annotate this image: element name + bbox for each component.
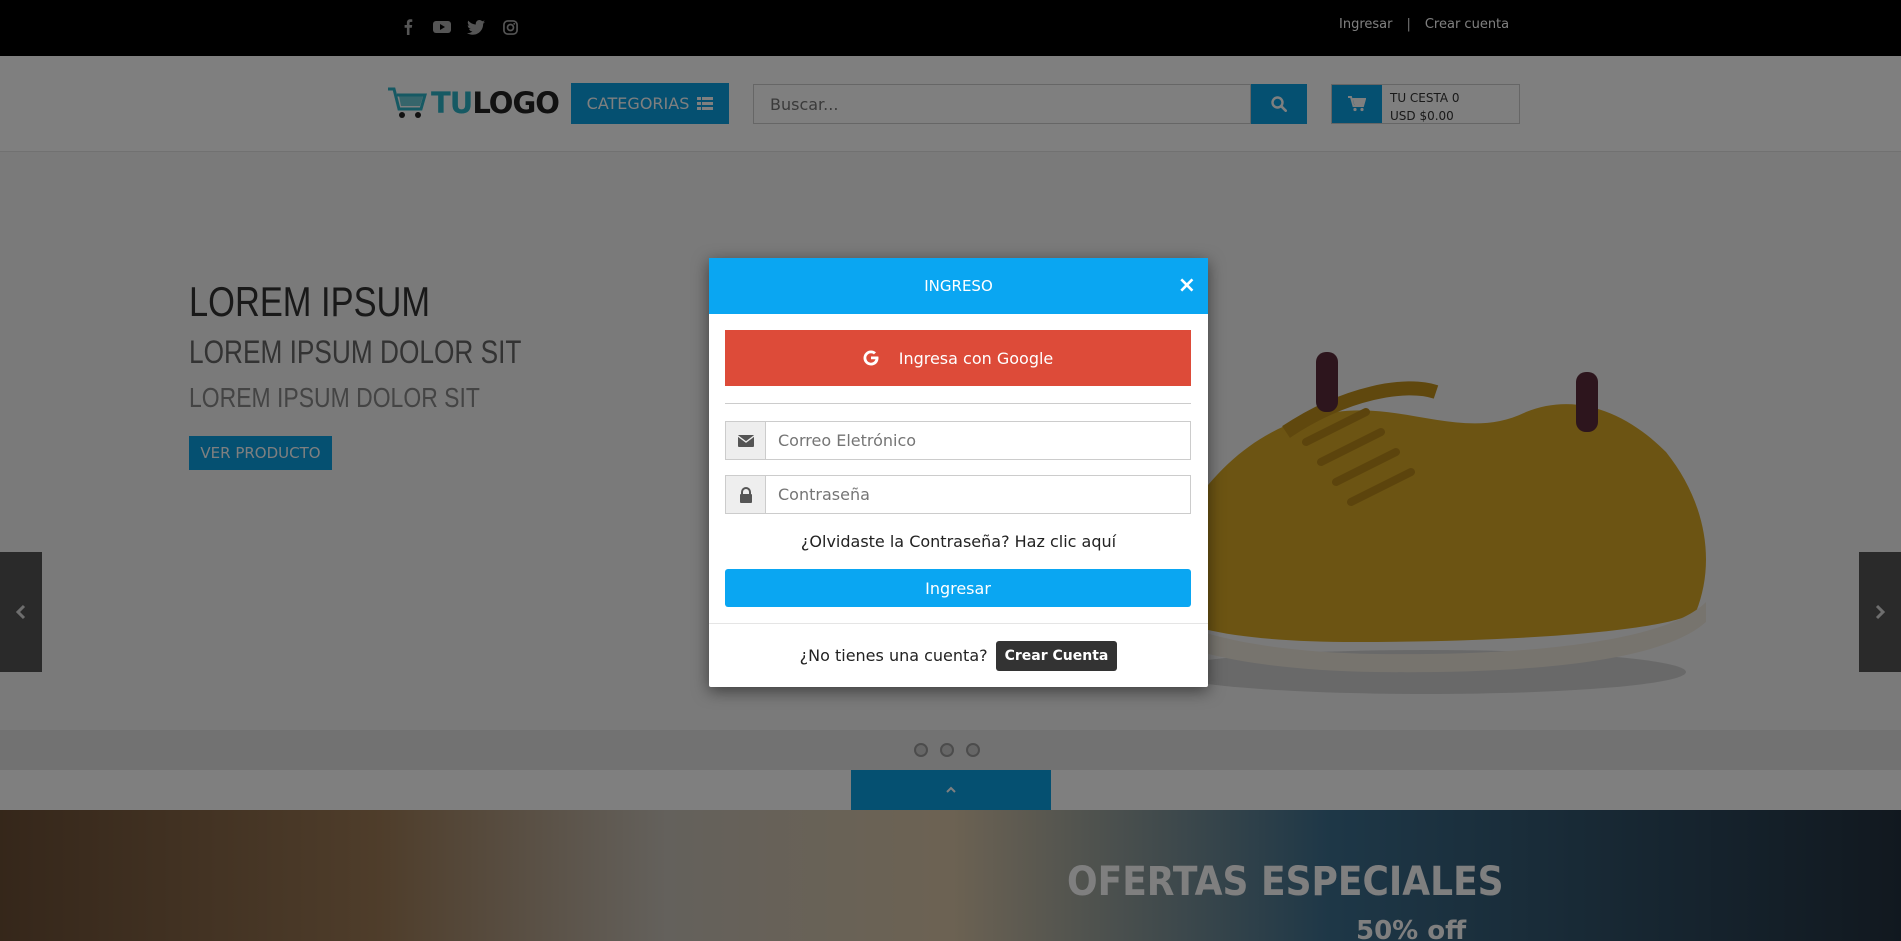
lock-icon [726, 476, 766, 513]
close-icon[interactable]: × [1178, 275, 1196, 297]
modal-header: INGRESO × [709, 258, 1208, 314]
google-icon [863, 350, 879, 366]
submit-login-button[interactable]: Ingresar [725, 569, 1191, 607]
password-field-group [725, 475, 1191, 514]
google-login-button[interactable]: Ingresa con Google [725, 330, 1191, 386]
google-login-label: Ingresa con Google [898, 348, 1054, 368]
no-account-text: ¿No tienes una cuenta? [799, 646, 988, 665]
divider [725, 403, 1191, 404]
create-account-button[interactable]: Crear Cuenta [995, 640, 1118, 671]
forgot-password-link[interactable]: ¿Olvidaste la Contraseña? Haz clic aquí [709, 532, 1208, 551]
envelope-icon [726, 422, 766, 459]
email-input[interactable] [766, 422, 1190, 459]
modal-footer: ¿No tienes una cuenta? Crear Cuenta [709, 623, 1208, 687]
login-modal: INGRESO × Ingresa con Google ¿Olvidaste … [709, 258, 1208, 687]
modal-title: INGRESO [924, 277, 993, 295]
password-input[interactable] [766, 476, 1190, 513]
email-field-group [725, 421, 1191, 460]
